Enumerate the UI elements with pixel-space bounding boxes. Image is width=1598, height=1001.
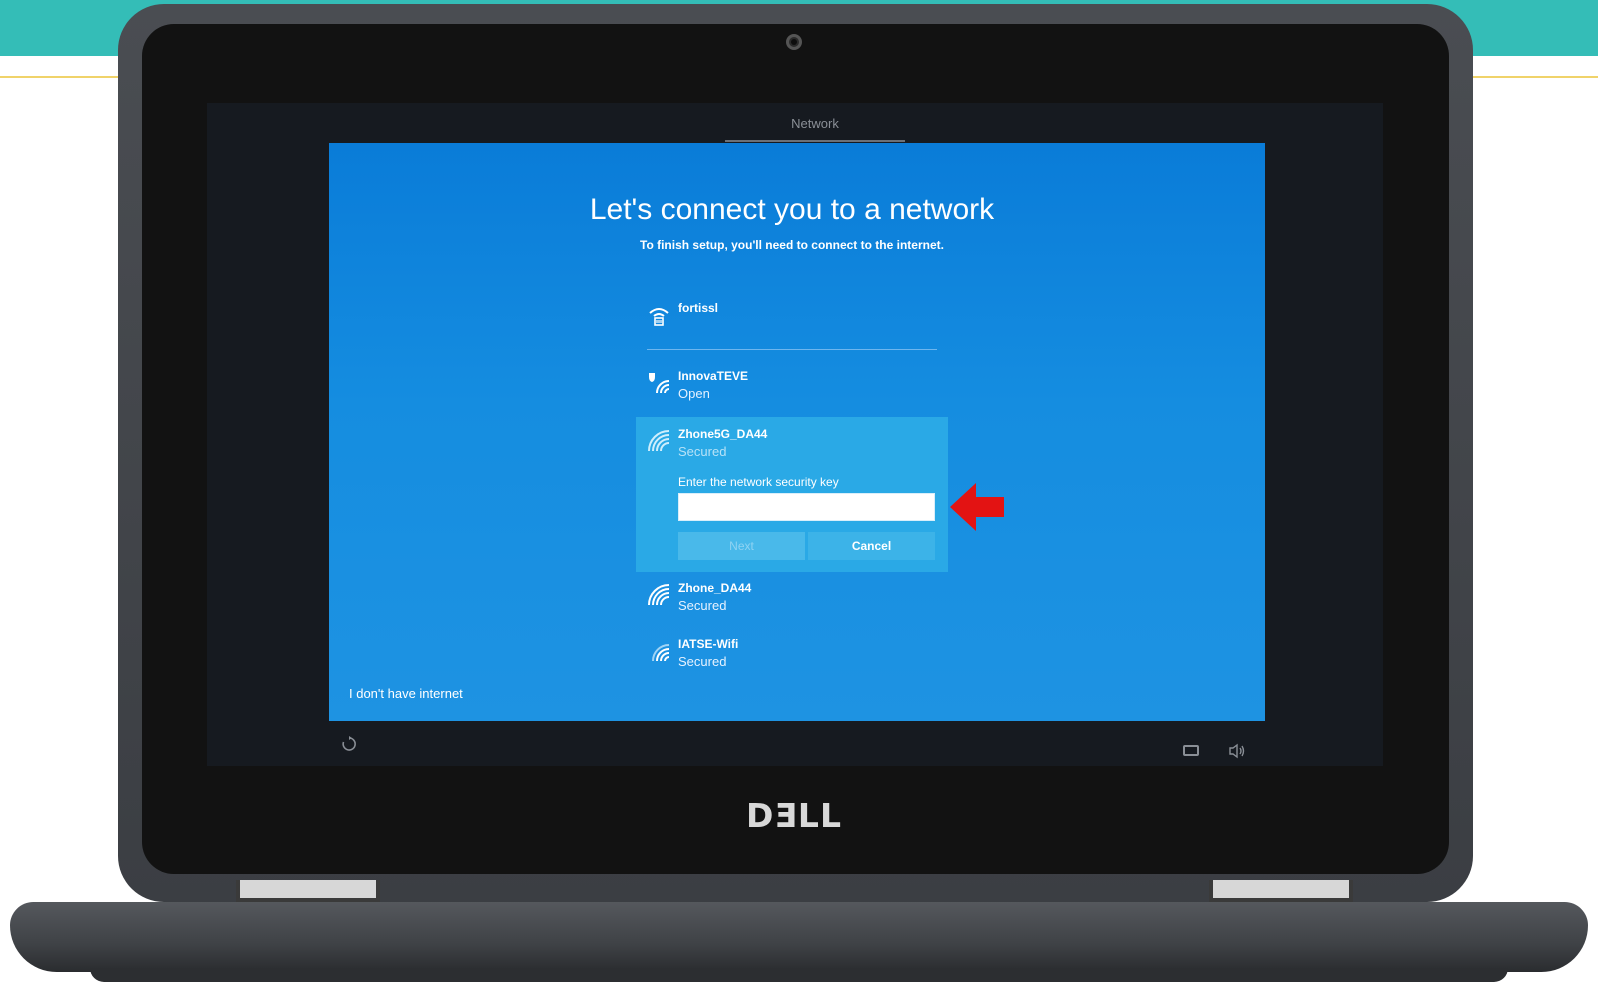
dell-logo: DƎLL	[746, 796, 842, 835]
page-title: Let's connect you to a network	[589, 193, 995, 226]
wifi-secured-icon	[652, 644, 670, 662]
security-key-input[interactable]	[678, 493, 935, 521]
network-status: Secured	[678, 598, 727, 613]
no-internet-link[interactable]: I don't have internet	[349, 686, 463, 701]
network-name: IATSE-Wifi	[678, 637, 739, 651]
cancel-button[interactable]: Cancel	[808, 532, 935, 560]
network-status: Secured	[678, 444, 727, 459]
divider	[647, 349, 937, 350]
left-hinge	[236, 880, 380, 902]
oobe-network-page: Let's connect you to a network To finish…	[329, 143, 1265, 721]
network-item-iatse-wifi[interactable]: IATSE-Wifi Secured	[647, 637, 947, 673]
network-item-innovateve[interactable]: InnovaTEVE Open	[647, 369, 947, 405]
laptop-base	[10, 902, 1588, 972]
network-name: Zhone_DA44	[678, 581, 752, 595]
oobe-tab-indicator	[725, 140, 905, 142]
network-status: Open	[678, 386, 710, 401]
keyboard-icon[interactable]	[1183, 745, 1199, 756]
webcam-icon	[786, 34, 802, 50]
network-header: Zhone5G_DA44 Secured	[647, 427, 947, 463]
ease-of-access-icon[interactable]	[340, 735, 358, 753]
wifi-secured-icon	[648, 584, 670, 606]
network-item-zhone-da44[interactable]: Zhone_DA44 Secured	[647, 581, 947, 617]
wifi-shield-icon	[649, 373, 670, 394]
network-item-zhone5g-da44[interactable]: Zhone5G_DA44 Secured Enter the network s…	[636, 417, 948, 572]
network-status: Secured	[678, 654, 727, 669]
volume-icon[interactable]	[1228, 743, 1246, 759]
page-subtitle: To finish setup, you'll need to connect …	[640, 238, 944, 252]
stage: Network Let's connect you to a network T…	[0, 0, 1598, 1001]
ethernet-icon	[649, 308, 669, 326]
network-name: Zhone5G_DA44	[678, 427, 768, 441]
wifi-secured-icon	[648, 430, 670, 452]
right-hinge	[1209, 880, 1353, 902]
annotation-arrow-icon	[950, 483, 1004, 531]
network-item-fortissl[interactable]: fortissl	[647, 301, 947, 341]
network-name: fortissl	[678, 301, 719, 315]
oobe-tab-network: Network	[791, 116, 839, 131]
network-name: InnovaTEVE	[678, 369, 749, 383]
laptop-base-edge	[90, 968, 1508, 982]
security-key-label: Enter the network security key	[678, 475, 839, 489]
next-button[interactable]: Next	[678, 532, 805, 560]
